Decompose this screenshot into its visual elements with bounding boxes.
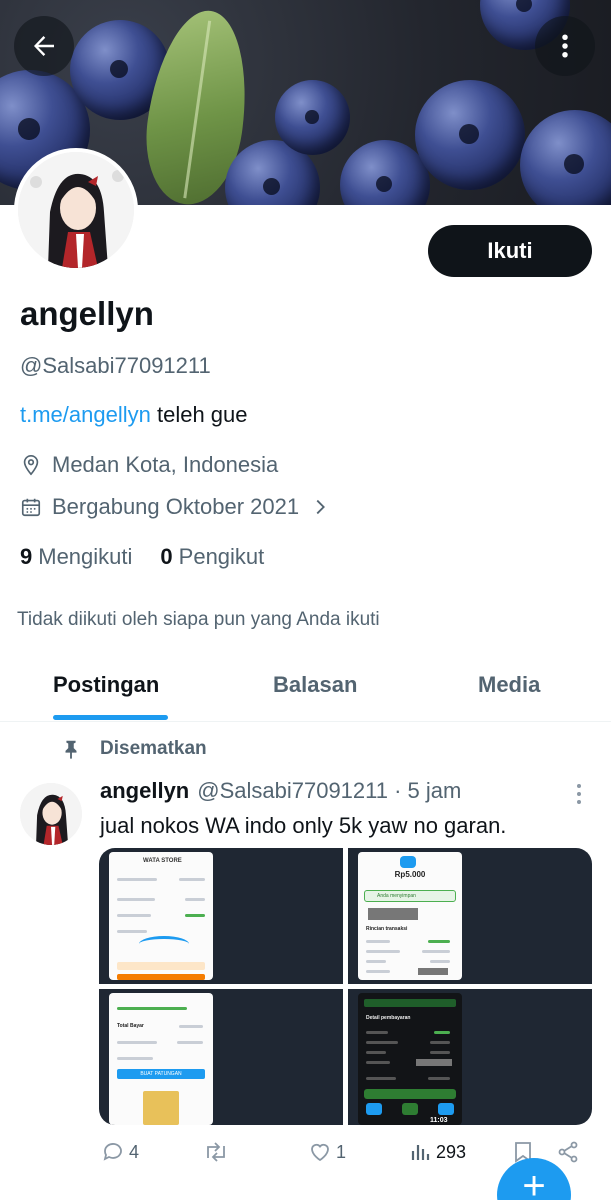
not-followed-note: Tidak diikuti oleh siapa pun yang Anda i… — [17, 609, 380, 630]
share-button[interactable] — [556, 1140, 584, 1164]
pin-icon — [65, 740, 77, 760]
post-author-avatar[interactable] — [20, 783, 82, 845]
following-count: 9 — [20, 544, 33, 569]
heart-icon — [311, 1143, 329, 1162]
profile-handle: @Salsabi77091211 — [20, 353, 211, 378]
back-button[interactable] — [14, 16, 74, 76]
joined-text: Bergabung Oktober 2021 — [52, 494, 300, 519]
reply-icon — [103, 1143, 122, 1161]
share-icon — [558, 1141, 578, 1163]
avatar-illustration — [20, 783, 82, 845]
more-vertical-icon — [562, 34, 568, 58]
media-image-3[interactable]: Total Bayar BUAT PATUNGAN — [99, 989, 343, 1125]
screenshot-transaction: Rp5.000 Anda menyimpan Rincian transaksi — [358, 852, 462, 980]
profile-bio: t.me/angellyn teleh gue — [20, 402, 248, 428]
pinned-label: Disematkan — [60, 738, 207, 760]
arrow-left-icon — [34, 36, 54, 56]
banner-berry — [275, 80, 350, 155]
follow-button[interactable]: Ikuti — [428, 225, 592, 277]
following-label: Mengikuti — [38, 544, 133, 569]
post-text: jual nokos WA indo only 5k yaw no garan. — [100, 813, 507, 838]
repost-button[interactable] — [203, 1140, 233, 1164]
screenshot-time: 11:03 — [430, 1117, 448, 1124]
calendar-icon — [21, 498, 41, 517]
post-author-handle-time: @Salsabi77091211 · 5 jam — [197, 778, 462, 803]
reply-button[interactable]: 4 — [101, 1140, 139, 1164]
reply-count: 4 — [129, 1141, 140, 1162]
profile-location: Medan Kota, Indonesia — [20, 452, 278, 478]
like-button[interactable]: 1 — [308, 1140, 346, 1164]
tab-postingan[interactable]: Postingan — [53, 672, 159, 698]
views-button[interactable]: 293 — [408, 1140, 466, 1164]
details-title: Rincian transaksi — [366, 926, 408, 932]
amount: Rp5.000 — [394, 870, 426, 879]
post-author-name[interactable]: angellyn — [100, 778, 189, 804]
banner-berry — [415, 80, 525, 190]
profile-joined[interactable]: Bergabung Oktober 2021 — [20, 494, 341, 520]
bio-text: teleh gue — [150, 402, 248, 427]
store-name: WATA STORE — [143, 858, 182, 864]
chevron-right-icon — [316, 499, 326, 515]
following-stat[interactable]: 9 Mengikuti — [20, 544, 132, 570]
like-count: 1 — [336, 1141, 347, 1162]
pay-button: BUAT PATUNGAN — [117, 1069, 205, 1079]
follow-stats: 9 Mengikuti 0 Pengikut — [20, 544, 292, 570]
post-more-button[interactable] — [570, 782, 588, 811]
repost-icon — [207, 1142, 225, 1162]
media-image-1[interactable]: WATA STORE — [99, 848, 343, 984]
tab-media[interactable]: Media — [478, 672, 540, 698]
pinned-text: Disematkan — [100, 738, 207, 759]
profile-avatar[interactable] — [14, 148, 138, 272]
avatar-illustration — [18, 152, 134, 268]
screenshot-receipt: WATA STORE — [109, 852, 213, 980]
location-text: Medan Kota, Indonesia — [52, 452, 279, 477]
more-vertical-icon — [577, 784, 581, 804]
plus-icon: + — [522, 1164, 546, 1200]
screenshot-payment: Total Bayar BUAT PATUNGAN — [109, 993, 213, 1125]
saved-banner: Anda menyimpan — [364, 890, 456, 902]
location-pin-icon — [23, 455, 39, 476]
screenshot-dark-payment: Detail pembayaran 11:03 — [358, 993, 462, 1125]
payment-details-title: Detail pembayaran — [366, 1015, 411, 1021]
views-count: 293 — [436, 1141, 467, 1162]
followers-stat[interactable]: 0 Pengikut — [160, 544, 264, 570]
banner-berry — [520, 110, 611, 205]
active-tab-indicator — [53, 715, 168, 720]
post-header: angellyn @Salsabi77091211 · 5 jam — [100, 778, 461, 804]
profile-name: angellyn — [20, 295, 154, 332]
total-label: Total Bayar — [117, 1023, 144, 1029]
followers-count: 0 — [160, 544, 173, 569]
media-image-2[interactable]: Rp5.000 Anda menyimpan Rincian transaksi — [348, 848, 592, 984]
bio-link[interactable]: t.me/angellyn — [20, 402, 151, 427]
views-icon — [411, 1145, 430, 1160]
media-image-4[interactable]: Detail pembayaran 11:03 — [348, 989, 592, 1125]
profile-tabs: Postingan Balasan Media — [0, 660, 611, 722]
post-media-grid[interactable]: WATA STORE Rp5.000 Anda menyimpan Rincia… — [99, 848, 592, 1125]
more-options-button[interactable] — [535, 16, 595, 76]
tab-balasan[interactable]: Balasan — [273, 672, 357, 698]
followers-label: Pengikut — [178, 544, 265, 569]
